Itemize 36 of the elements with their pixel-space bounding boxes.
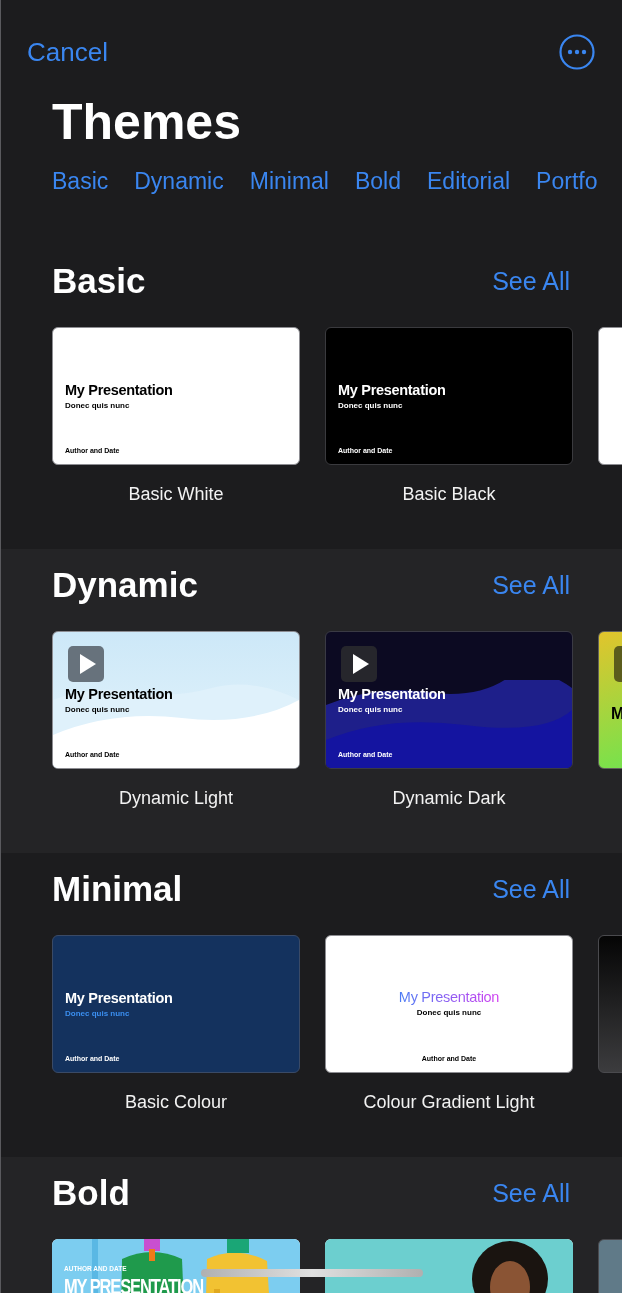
theme-name: Colour Gradient Light — [363, 1092, 535, 1113]
slide-title: My Presentation — [65, 990, 173, 1006]
play-icon[interactable] — [341, 646, 377, 682]
slide-subtitle: Donec quis nunc — [338, 401, 403, 410]
category-link[interactable]: Minimal — [249, 168, 329, 195]
category-link[interactable]: Editorial — [427, 168, 511, 195]
category-link[interactable]: Portfo — [536, 168, 598, 195]
slide-subtitle: Donec quis nunc — [65, 1009, 130, 1018]
theme-name: Basic Colour — [124, 1092, 227, 1113]
slide-subtitle: Donec quis nunc — [416, 1008, 482, 1017]
slide-title: My Presentation — [338, 686, 446, 702]
slide-title: My Presentation — [398, 989, 500, 1005]
slide-subtitle: Donec quis nunc — [65, 401, 130, 410]
slide-subtitle: Donec quis nunc — [338, 705, 403, 714]
slide-title: My Presentation — [65, 686, 173, 702]
section-heading: Bold — [52, 1173, 130, 1213]
more-icon[interactable] — [559, 34, 595, 70]
category-link[interactable]: Bold — [354, 168, 401, 195]
section-heading: Basic — [52, 261, 146, 301]
theme-name: Dynamic Light — [118, 788, 233, 809]
slide-title: My Presentation — [338, 382, 446, 398]
cancel-button[interactable]: Cancel — [27, 36, 108, 68]
see-all-link[interactable]: See All — [492, 266, 570, 296]
category-link[interactable]: Basic — [52, 168, 109, 195]
theme-name: Dynamic Dark — [392, 788, 506, 809]
slide-title: My Presentation — [65, 382, 173, 398]
see-all-link[interactable]: See All — [492, 570, 570, 600]
section-heading: Minimal — [52, 869, 183, 909]
theme-name: Basic Black — [402, 484, 496, 505]
see-all-link[interactable]: See All — [492, 1178, 570, 1208]
see-all-link[interactable]: See All — [492, 874, 570, 904]
page-title: Themes — [52, 93, 242, 152]
section-heading: Dynamic — [52, 565, 198, 605]
slide-subtitle: Donec quis nunc — [65, 705, 130, 714]
theme-name: Basic White — [128, 484, 224, 505]
category-link[interactable]: Dynamic — [134, 168, 224, 195]
